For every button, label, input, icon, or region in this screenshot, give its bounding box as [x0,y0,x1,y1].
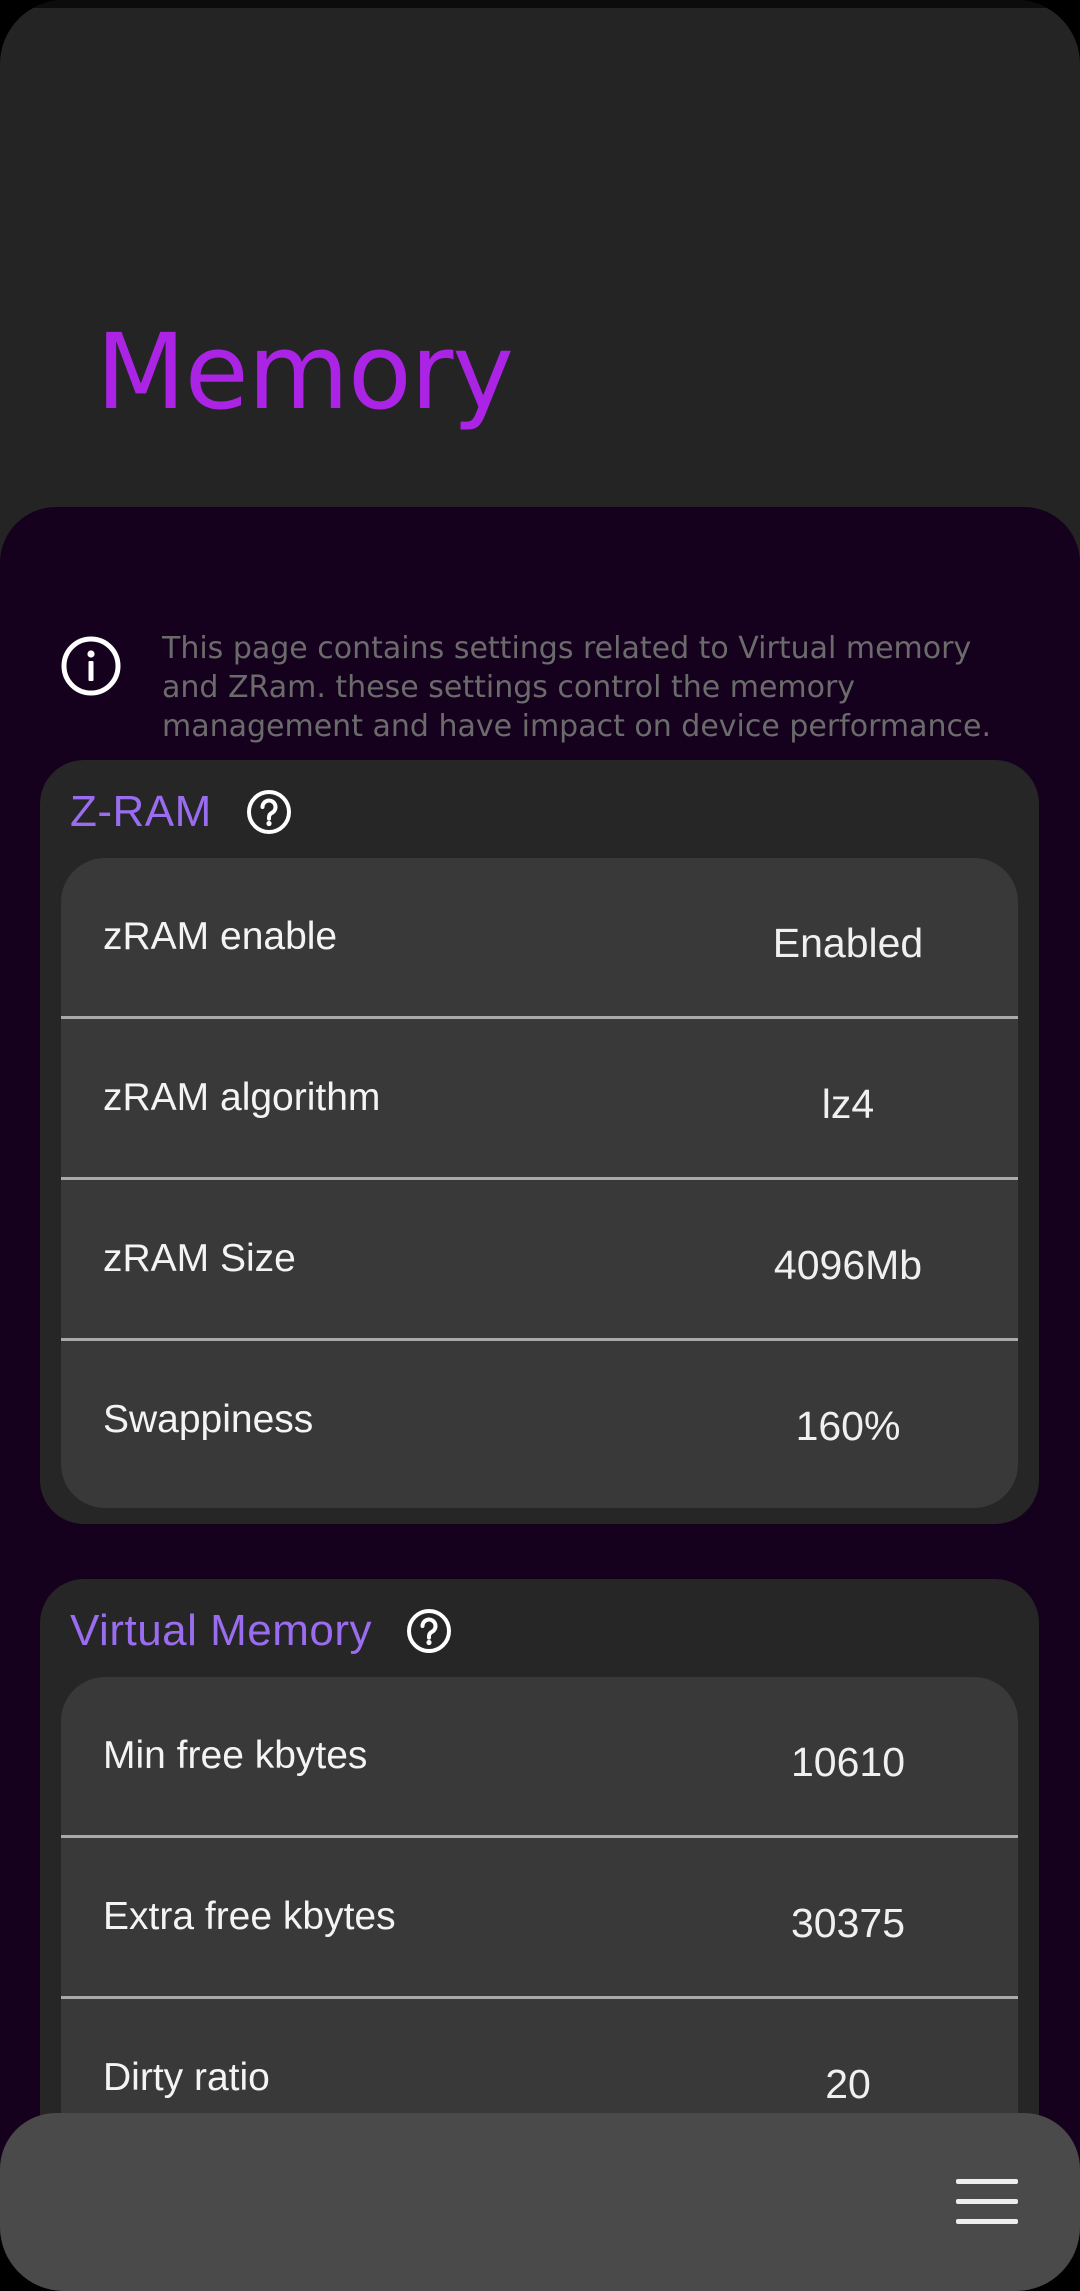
virtual-memory-title: Virtual Memory [70,1606,373,1655]
menu-icon-bar [956,2179,1018,2184]
setting-label: Swappiness [103,1398,314,1441]
setting-label: Min free kbytes [103,1734,368,1777]
setting-value[interactable]: 30375 [718,1844,978,2002]
menu-icon-bar [956,2199,1018,2204]
setting-value[interactable]: 10610 [718,1683,978,1841]
setting-value[interactable]: Enabled [718,864,978,1022]
app-screen: Memory This page contains settings relat… [0,0,1080,2291]
info-icon [61,636,121,696]
virtual-memory-header: Virtual Memory [70,1603,452,1659]
setting-row-swappiness[interactable]: Swappiness 160% [61,1341,1018,1499]
setting-label: zRAM algorithm [103,1076,381,1119]
setting-value[interactable]: 4096Mb [718,1186,978,1344]
setting-row-extra-free-kbytes[interactable]: Extra free kbytes 30375 [61,1838,1018,1999]
page-title: Memory [96,311,514,433]
status-bar [0,0,1080,8]
setting-label: zRAM Size [103,1237,296,1280]
help-icon[interactable] [406,1608,452,1654]
setting-value[interactable]: lz4 [718,1025,978,1183]
bottom-navigation-bar [0,2113,1080,2291]
setting-row-zram-algorithm[interactable]: zRAM algorithm lz4 [61,1019,1018,1180]
setting-row-min-free-kbytes[interactable]: Min free kbytes 10610 [61,1677,1018,1838]
setting-label: zRAM enable [103,915,338,958]
setting-label: Extra free kbytes [103,1895,396,1938]
zram-header: Z-RAM [70,784,292,840]
zram-card: Z-RAM zRAM enable Enabled zRAM algorithm… [40,760,1039,1524]
content-panel: This page contains settings related to V… [0,507,1080,2291]
menu-icon[interactable] [956,2179,1018,2229]
setting-row-zram-size[interactable]: zRAM Size 4096Mb [61,1180,1018,1341]
menu-icon-bar [956,2219,1018,2224]
setting-row-zram-enable[interactable]: zRAM enable Enabled [61,858,1018,1019]
info-text: This page contains settings related to V… [162,631,992,744]
setting-value[interactable]: 160% [718,1347,978,1505]
zram-title: Z-RAM [70,787,212,836]
zram-settings-list: zRAM enable Enabled zRAM algorithm lz4 z… [61,858,1018,1508]
help-icon[interactable] [246,789,292,835]
